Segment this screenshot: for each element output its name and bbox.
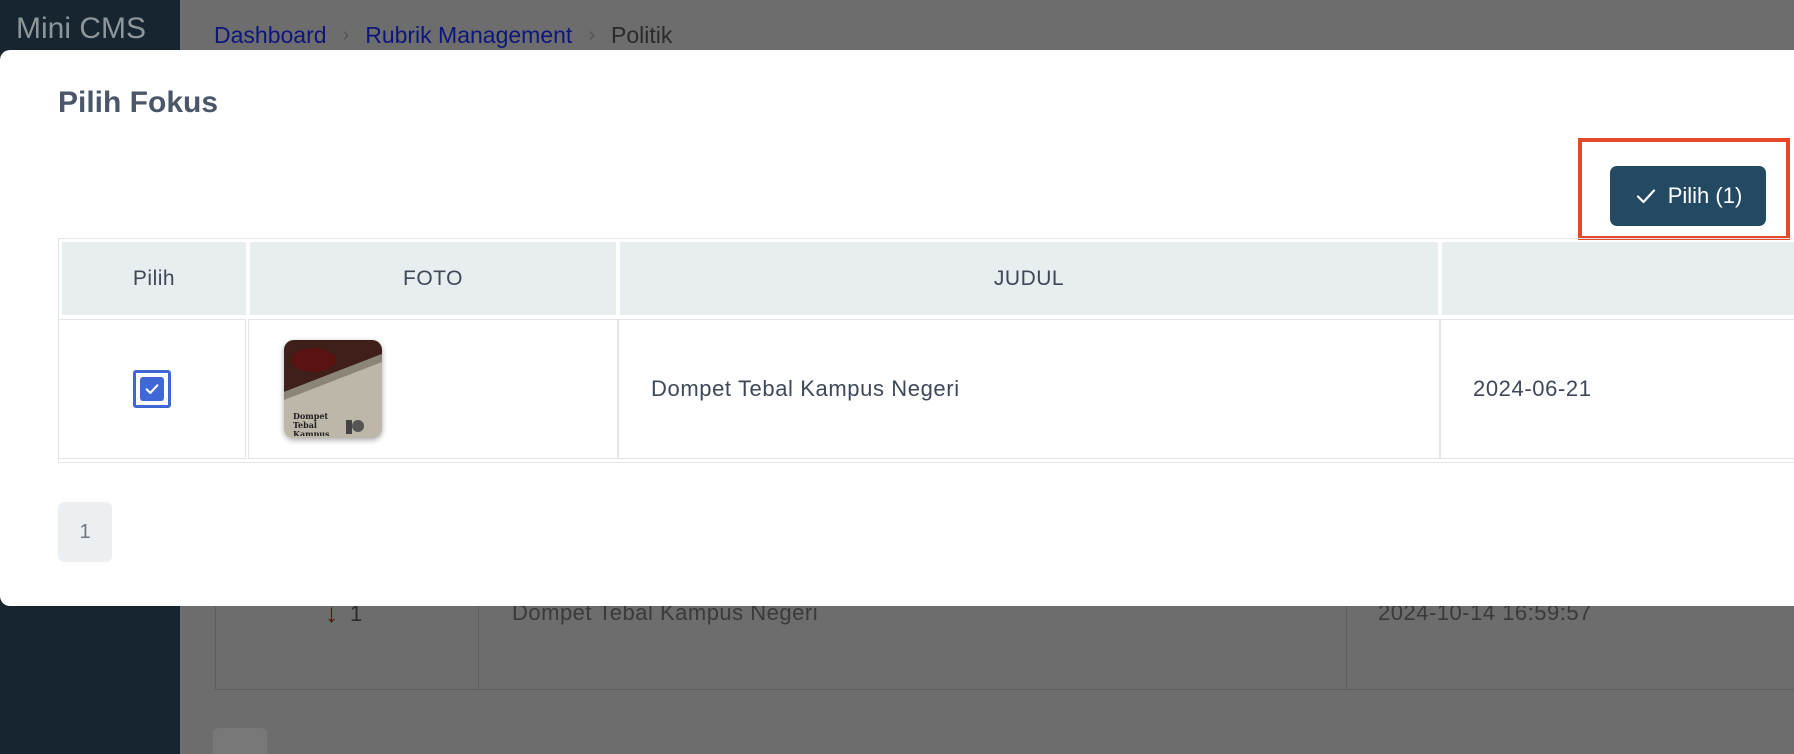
pagination-page-1[interactable]: 1 bbox=[58, 502, 112, 562]
thumbnail-caption: Dompet Tebal Kampus bbox=[293, 412, 330, 436]
header-date bbox=[1442, 242, 1794, 315]
select-button-label: Pilih (1) bbox=[1667, 183, 1743, 208]
cell-checkbox bbox=[58, 319, 246, 459]
article-thumbnail: Dompet Tebal Kampus bbox=[284, 340, 382, 438]
select-button[interactable]: Pilih (1) bbox=[1610, 166, 1766, 226]
select-focus-modal: Pilih Fokus Pilih (1) Pilih FOTO JUDUL D… bbox=[0, 50, 1794, 606]
app-brand: Mini CMS bbox=[16, 12, 147, 45]
focus-table: Pilih FOTO JUDUL Dompet Tebal Kampus Dom… bbox=[58, 238, 1794, 463]
modal-title: Pilih Fokus bbox=[58, 86, 219, 119]
cell-photo: Dompet Tebal Kampus bbox=[248, 319, 618, 459]
breadcrumb-current: Politik bbox=[610, 21, 673, 48]
header-foto: FOTO bbox=[250, 242, 616, 315]
breadcrumb-rubrik-link[interactable]: Rubrik Management bbox=[365, 22, 572, 49]
breadcrumb-dashboard-link[interactable]: Dashboard bbox=[214, 22, 327, 49]
check-icon bbox=[145, 384, 159, 395]
background-page-button bbox=[213, 728, 267, 754]
header-pilih: Pilih bbox=[62, 242, 246, 315]
article-title: Dompet Tebal Kampus Negeri bbox=[651, 376, 960, 401]
article-date: 2024-06-21 bbox=[1473, 376, 1592, 401]
cell-title: Dompet Tebal Kampus Negeri bbox=[618, 319, 1440, 459]
chevron-right-icon: › bbox=[342, 23, 350, 46]
chevron-right-icon: › bbox=[588, 23, 595, 46]
breadcrumb: Dashboard › Rubrik Management › Politik bbox=[214, 20, 672, 50]
header-judul: JUDUL bbox=[620, 242, 1438, 315]
row-checkbox[interactable] bbox=[133, 370, 171, 408]
checkbox-checked bbox=[140, 377, 164, 401]
check-icon bbox=[1636, 189, 1655, 204]
cell-date: 2024-06-21 bbox=[1440, 319, 1794, 459]
